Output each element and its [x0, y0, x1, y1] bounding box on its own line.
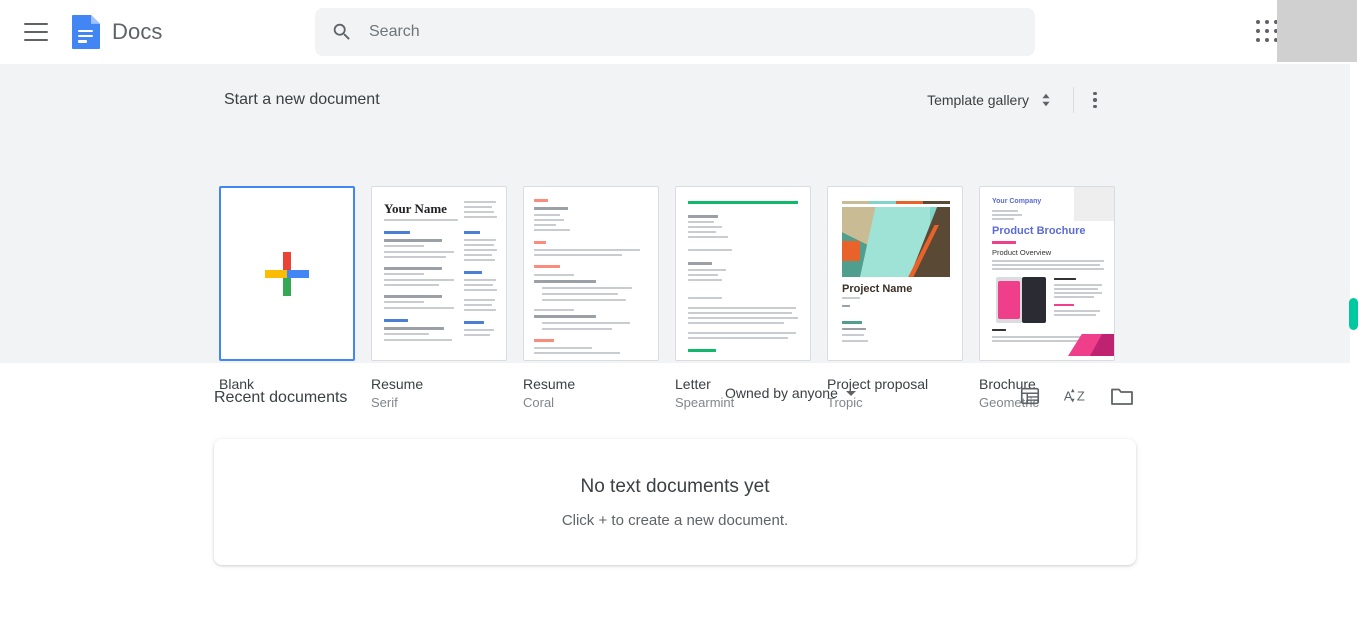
scrollbar-thumb[interactable] — [1349, 298, 1358, 330]
empty-state-subtitle: Click + to create a new document. — [561, 511, 789, 529]
template-card-project-proposal-tropic[interactable]: Project Name Project proposal Tropic — [827, 186, 963, 412]
tropic-color-bars — [842, 201, 950, 204]
app-title: Docs — [112, 19, 163, 44]
template-gallery-label: Template gallery — [927, 92, 1029, 108]
header-divider — [1073, 87, 1074, 113]
google-docs-home: Docs Start a new document Template galle… — [0, 0, 1366, 625]
svg-text:A: A — [1064, 389, 1073, 404]
svg-text:Z: Z — [1077, 389, 1085, 404]
template-card-resume-coral[interactable]: Resume Coral — [523, 186, 659, 412]
empty-state-card: No text documents yet Click + to create … — [214, 439, 1136, 565]
empty-state-title: No text documents yet — [580, 475, 770, 497]
letter-spearmint-thumbnail[interactable] — [675, 186, 811, 361]
thumb-heading: Your Name — [384, 201, 447, 216]
thumb-subheading: Product Overview — [992, 248, 1052, 257]
search-bar[interactable] — [315, 8, 1035, 56]
google-docs-logo[interactable] — [72, 15, 100, 49]
template-card-brochure-geometric[interactable]: Your Company Product Brochure Product Ov… — [979, 186, 1115, 412]
colored-plus-icon — [265, 251, 309, 296]
recent-documents-header: Recent documents Owned by anyone A Z — [214, 382, 1136, 414]
thumb-company: Your Company — [992, 198, 1042, 205]
template-gallery-button[interactable]: Template gallery — [921, 87, 1059, 113]
template-card-blank[interactable]: Blank — [219, 186, 355, 412]
search-icon — [333, 23, 350, 40]
templates-title: Start a new document — [224, 91, 380, 108]
project-proposal-tropic-thumbnail[interactable]: Project Name — [827, 186, 963, 361]
recent-documents-title: Recent documents — [214, 389, 348, 406]
template-card-letter-spearmint[interactable]: Letter Spearmint — [675, 186, 811, 412]
templates-header: Start a new document Template gallery — [224, 82, 1110, 118]
template-list: Blank Your Name Resume Serif Resume Cora… — [219, 186, 1115, 412]
caret-down-icon — [845, 390, 856, 396]
templates-section: Start a new document Template gallery Bl… — [0, 64, 1350, 410]
list-view-icon[interactable] — [1016, 382, 1044, 410]
brochure-geometric-thumbnail[interactable]: Your Company Product Brochure Product Ov… — [979, 186, 1115, 361]
resume-serif-thumbnail[interactable]: Your Name — [371, 186, 507, 361]
owner-filter-label: Owned by anyone — [725, 385, 838, 401]
tropic-geometric-art — [842, 207, 950, 277]
folder-icon[interactable] — [1108, 382, 1136, 410]
blank-plus-thumbnail[interactable] — [219, 186, 355, 361]
account-avatar[interactable] — [1277, 0, 1357, 62]
template-card-resume-serif[interactable]: Your Name Resume Serif — [371, 186, 507, 412]
hamburger-menu-icon[interactable] — [24, 23, 48, 41]
sort-az-icon[interactable]: A Z — [1062, 382, 1090, 410]
more-vertical-icon[interactable] — [1080, 85, 1110, 115]
resume-coral-thumbnail[interactable] — [523, 186, 659, 361]
search-input[interactable] — [367, 17, 987, 47]
thumb-heading: Project Name — [842, 283, 913, 295]
chevron-up-down-icon — [1042, 93, 1050, 107]
thumb-heading: Product Brochure — [992, 225, 1086, 237]
owner-filter-dropdown[interactable]: Owned by anyone — [725, 385, 856, 401]
app-header: Docs — [0, 0, 1366, 64]
